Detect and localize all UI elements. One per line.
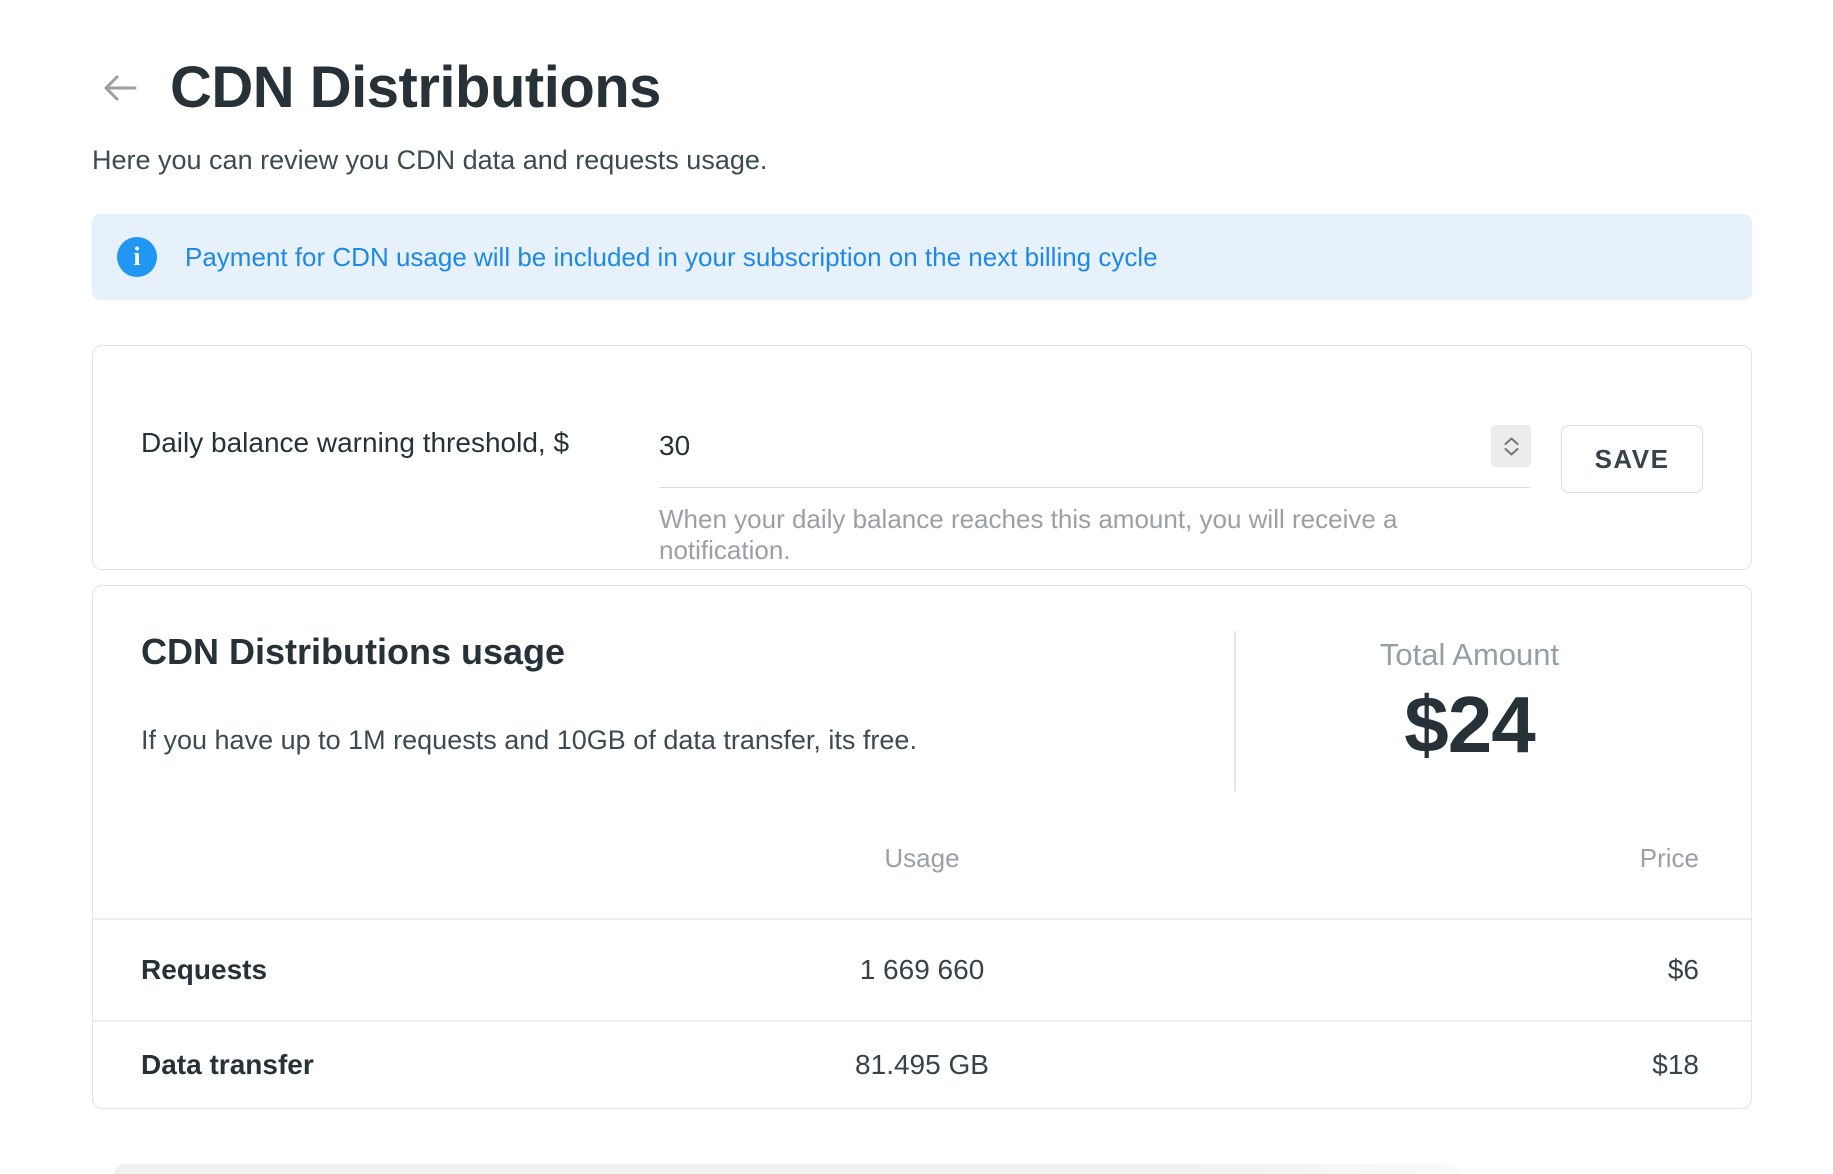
threshold-input[interactable]	[659, 430, 1491, 462]
chevron-up-icon[interactable]	[1504, 437, 1519, 445]
number-stepper[interactable]	[1491, 425, 1531, 467]
threshold-card: Daily balance warning threshold, $ When …	[92, 345, 1752, 570]
threshold-input-row	[659, 425, 1531, 488]
table-header-price: Price	[1198, 843, 1751, 874]
threshold-field-group: When your daily balance reaches this amo…	[659, 425, 1531, 566]
info-icon: i	[117, 237, 157, 277]
usage-card: CDN Distributions usage If you have up t…	[92, 585, 1752, 1109]
arrow-left-icon	[101, 71, 139, 105]
info-banner-text: Payment for CDN usage will be included i…	[185, 242, 1158, 273]
total-amount-label: Total Amount	[1380, 637, 1559, 673]
table-header-row: Usage Price	[93, 843, 1751, 920]
table-header-usage: Usage	[646, 843, 1199, 874]
page-title: CDN Distributions	[170, 54, 661, 121]
usage-table: Usage Price Requests 1 669 660 $6 Data t…	[93, 843, 1751, 1108]
table-row-data-transfer: Data transfer 81.495 GB $18	[93, 1022, 1751, 1108]
total-amount-value: $24	[1404, 679, 1534, 771]
info-banner: i Payment for CDN usage will be included…	[92, 214, 1752, 300]
usage-card-top: CDN Distributions usage If you have up t…	[93, 586, 1751, 791]
row-usage: 1 669 660	[646, 954, 1199, 986]
row-name: Requests	[93, 954, 646, 986]
table-row-requests: Requests 1 669 660 $6	[93, 920, 1751, 1022]
threshold-label: Daily balance warning threshold, $	[141, 425, 659, 459]
usage-card-description-block: CDN Distributions usage If you have up t…	[141, 631, 1234, 791]
cdn-distributions-page: CDN Distributions Here you can review yo…	[0, 0, 1833, 1174]
page-header: CDN Distributions	[92, 54, 1752, 121]
row-name: Data transfer	[93, 1049, 646, 1081]
row-usage: 81.495 GB	[646, 1049, 1199, 1081]
page-subtitle: Here you can review you CDN data and req…	[92, 145, 1752, 176]
chevron-down-icon[interactable]	[1504, 448, 1519, 456]
threshold-helper-text: When your daily balance reaches this amo…	[659, 504, 1531, 566]
row-price: $18	[1198, 1049, 1751, 1081]
next-panel-cutoff	[114, 1164, 1460, 1174]
usage-card-title: CDN Distributions usage	[141, 631, 1234, 673]
total-amount-block: Total Amount $24	[1234, 631, 1703, 791]
save-button[interactable]: SAVE	[1561, 425, 1703, 493]
row-price: $6	[1198, 954, 1751, 986]
usage-card-description: If you have up to 1M requests and 10GB o…	[141, 725, 1234, 756]
back-button[interactable]	[98, 66, 142, 110]
